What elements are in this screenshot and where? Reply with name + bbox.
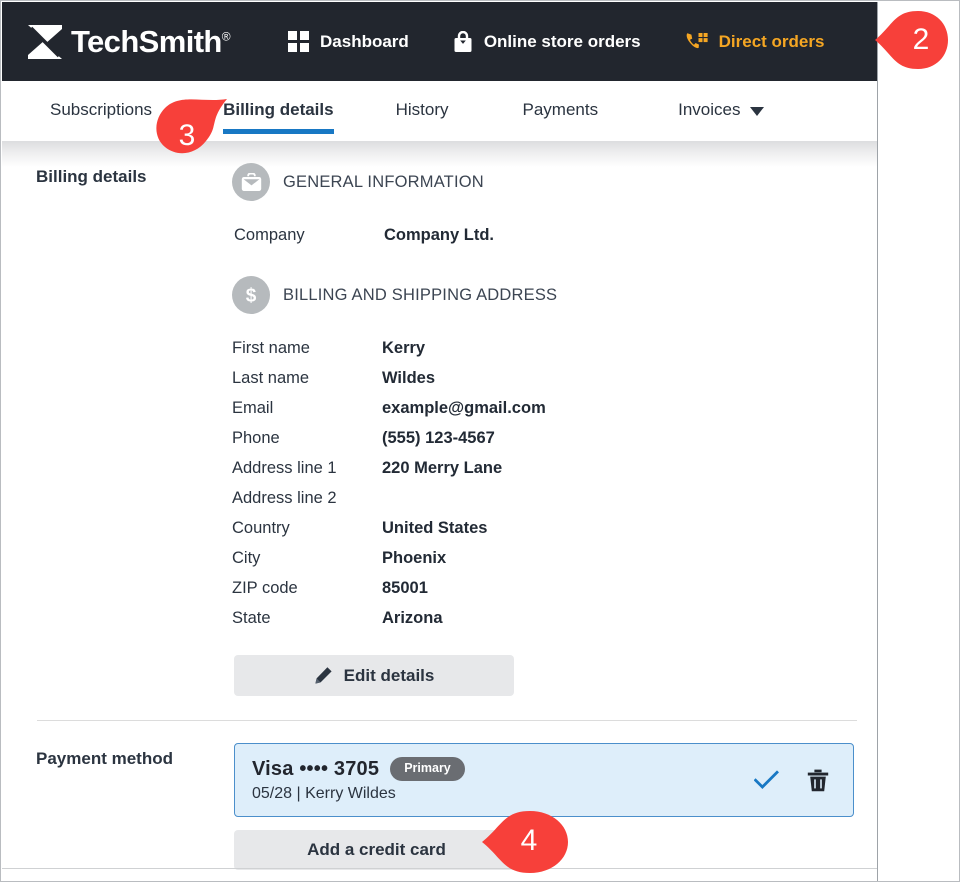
app-window: TechSmith® Dashboard [2,2,878,881]
field-label: Country [232,513,382,543]
field-label: State [232,603,382,633]
nav-link-label: Direct orders [719,32,825,52]
billing-details-body: GENERAL INFORMATION Company Company Ltd.… [232,141,878,696]
field-label: Address line 2 [232,483,382,513]
add-credit-card-label: Add a credit card [307,840,446,860]
field-label: Last name [232,363,382,393]
field-value: Kerry [382,333,425,363]
field-label: Company [234,220,384,250]
field-state: State Arizona [232,603,878,633]
payment-card-visa[interactable]: Visa •••• 3705 Primary 05/28 | Kerry Wil… [234,743,854,817]
status-badge: Primary [390,757,465,781]
field-label: Email [232,393,382,423]
field-company: Company Company Ltd. [234,220,878,250]
field-label: First name [232,333,382,363]
techsmith-logo-icon [28,25,62,59]
edit-details-button[interactable]: Edit details [234,655,514,696]
field-label: Address line 1 [232,453,382,483]
field-city: City Phoenix [232,543,878,573]
billing-address-title: BILLING AND SHIPPING ADDRESS [283,286,557,305]
nav-link-dashboard[interactable]: Dashboard [288,31,409,52]
brand-logo[interactable]: TechSmith® [28,25,230,59]
field-value: Phoenix [382,543,446,573]
payment-method-section-label: Payment method [36,721,232,870]
tab-history[interactable]: History [396,81,449,120]
field-value: 220 Merry Lane [382,453,502,483]
payment-card-top-row: Visa •••• 3705 Primary [252,757,754,781]
main-content: Billing details GENERAL INFORMATION [2,141,878,881]
field-last-name: Last name Wildes [232,363,878,393]
field-first-name: First name Kerry [232,333,878,363]
add-credit-card-button[interactable]: Add a credit card [234,830,519,870]
field-label: City [232,543,382,573]
field-value: 85001 [382,573,428,603]
nav-link-direct-orders[interactable]: Direct orders [685,31,825,52]
field-country: Country United States [232,513,878,543]
field-email: Email example@gmail.com [232,393,878,423]
navbar-links: Dashboard Online store orders [288,31,824,53]
field-value: Arizona [382,603,443,633]
brand-name: TechSmith® [71,26,230,57]
payment-card-name: Visa •••• 3705 [252,758,379,781]
billing-details-section-label: Billing details [36,141,232,696]
delete-card-button[interactable] [807,769,829,792]
grid-dashboard-icon [288,31,309,52]
tab-invoices[interactable]: Invoices [678,81,764,120]
edit-details-label: Edit details [344,666,435,686]
field-value: United States [382,513,487,543]
tab-label: Payments [523,100,599,120]
bottom-divider [2,868,878,869]
tab-subscriptions[interactable]: Subscriptions [50,81,152,120]
field-value: Company Ltd. [384,220,494,250]
field-address-line-2: Address line 2 [232,483,878,513]
shopping-bag-icon [453,31,473,53]
registered-mark: ® [222,30,230,44]
tab-payments[interactable]: Payments [523,81,599,120]
billing-details-section: Billing details GENERAL INFORMATION [2,141,878,696]
field-phone: Phone (555) 123-4567 [232,423,878,453]
billing-address-fields: First name Kerry Last name Wildes Email … [232,333,878,633]
payment-method-section: Payment method Visa •••• 3705 Primary 05… [2,721,878,870]
billing-address-header: $ BILLING AND SHIPPING ADDRESS [232,276,878,314]
pencil-icon [314,666,333,685]
set-primary-button[interactable] [754,770,779,790]
nav-link-online-store-orders[interactable]: Online store orders [453,31,641,53]
field-value: (555) 123-4567 [382,423,495,453]
payment-card-details: 05/28 | Kerry Wildes [252,785,754,803]
company-row: Company Company Ltd. [234,220,878,250]
chevron-down-icon [750,107,764,116]
tab-bar: Subscriptions Billing details History Pa… [2,81,878,141]
svg-text:$: $ [246,286,257,307]
callout-number: 2 [882,7,960,73]
phone-call-icon [685,31,708,52]
tab-label: History [396,100,449,120]
dollar-sign-icon: $ [232,276,270,314]
payment-method-body: Visa •••• 3705 Primary 05/28 | Kerry Wil… [232,721,878,870]
field-label: ZIP code [232,573,382,603]
general-information-title: GENERAL INFORMATION [283,173,484,192]
screenshot-root: TechSmith® Dashboard [0,0,960,882]
field-value: example@gmail.com [382,393,546,423]
payment-card-actions [754,769,835,792]
callout-marker-2: 2 [873,7,951,73]
tab-label: Billing details [223,100,334,120]
nav-link-label: Online store orders [484,32,641,52]
check-icon [754,770,779,790]
field-value: Wildes [382,363,435,393]
field-zip-code: ZIP code 85001 [232,573,878,603]
field-label: Phone [232,423,382,453]
field-address-line-1: Address line 1 220 Merry Lane [232,453,878,483]
general-information-header: GENERAL INFORMATION [232,163,878,201]
payment-card-info: Visa •••• 3705 Primary 05/28 | Kerry Wil… [252,757,754,803]
tab-label: Invoices [678,100,740,120]
briefcase-icon [232,163,270,201]
trash-icon [807,769,829,792]
nav-link-label: Dashboard [320,32,409,52]
tab-label: Subscriptions [50,100,152,120]
top-navbar: TechSmith® Dashboard [2,2,878,81]
tab-billing-details[interactable]: Billing details [223,81,334,120]
